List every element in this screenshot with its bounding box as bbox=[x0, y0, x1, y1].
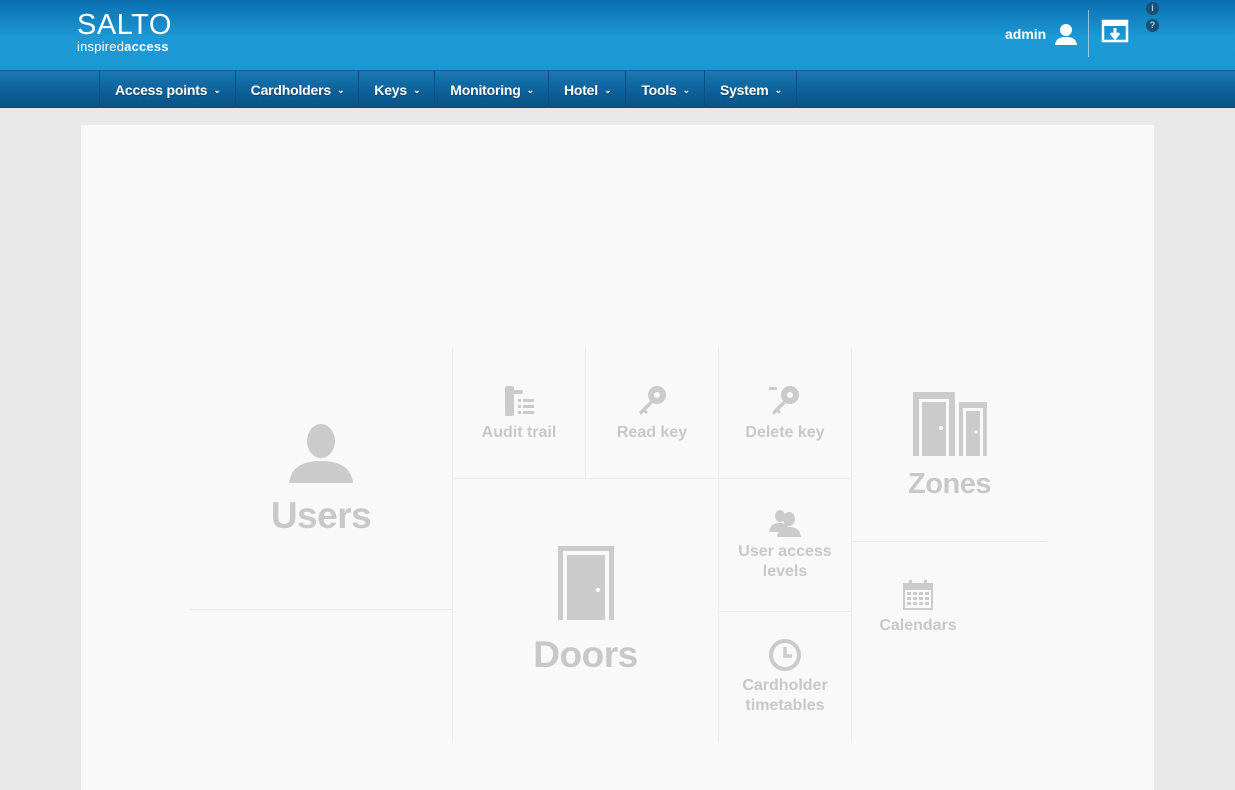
zones-tile[interactable]: Zones bbox=[852, 348, 1047, 541]
calendars-label: Calendars bbox=[879, 617, 957, 634]
mini-icons: i ? bbox=[1146, 2, 1159, 36]
key-icon bbox=[635, 384, 669, 418]
app-header: SALTO inspiredaccess admin i ? bbox=[0, 0, 1235, 71]
chevron-down-icon: ⌄ bbox=[213, 85, 221, 95]
salto-logo[interactable]: SALTO inspiredaccess bbox=[77, 10, 172, 54]
chevron-down-icon: ⌄ bbox=[603, 85, 612, 95]
door-handle-list-icon bbox=[502, 384, 536, 418]
audit-trail-tile[interactable]: Audit trail bbox=[453, 348, 585, 478]
chevron-down-icon: ⌄ bbox=[412, 85, 421, 95]
user-access-levels-label-line2: levels bbox=[762, 563, 808, 580]
delete-key-tile[interactable]: Delete key bbox=[719, 348, 851, 478]
nav-monitoring[interactable]: Monitoring ⌄ bbox=[435, 71, 549, 108]
user-menu[interactable]: admin bbox=[1005, 22, 1078, 46]
cardholder-timetables-label-line1: Cardholder bbox=[742, 677, 828, 694]
delete-key-label: Delete key bbox=[745, 423, 825, 441]
user-access-levels-label-line1: User access bbox=[738, 543, 832, 560]
chevron-down-icon: ⌄ bbox=[336, 85, 345, 95]
nav-cardholders[interactable]: Cardholders ⌄ bbox=[236, 71, 360, 108]
help-icon[interactable]: ? bbox=[1146, 19, 1159, 32]
nav-access-points[interactable]: Access points ⌄ bbox=[100, 71, 236, 108]
doors-label: Doors bbox=[533, 633, 638, 675]
nav-hotel[interactable]: Hotel ⌄ bbox=[549, 71, 627, 108]
calendars-tile[interactable]: Calendars bbox=[852, 542, 984, 674]
doors-tile[interactable]: Doors bbox=[453, 479, 718, 742]
door-icon bbox=[557, 545, 614, 620]
chevron-down-icon: ⌄ bbox=[682, 85, 691, 95]
zones-label: Zones bbox=[908, 467, 991, 500]
user-access-levels-tile[interactable]: User access levels bbox=[719, 479, 851, 611]
dashboard-panel: Users Audit trail Read key Delete key Zo… bbox=[81, 125, 1154, 790]
nav-keys[interactable]: Keys ⌄ bbox=[359, 71, 436, 108]
logo-name: SALTO bbox=[77, 9, 172, 41]
grid-line bbox=[190, 609, 452, 610]
user-name: admin bbox=[1005, 26, 1047, 42]
user-icon bbox=[287, 421, 355, 485]
user-icon bbox=[1054, 22, 1078, 46]
users-group-icon bbox=[768, 508, 802, 538]
chevron-down-icon: ⌄ bbox=[774, 85, 783, 95]
users-label: Users bbox=[270, 494, 372, 536]
read-key-label: Read key bbox=[616, 423, 688, 441]
main-nav: Access points ⌄ Cardholders ⌄ Keys ⌄ Monito… bbox=[0, 71, 1235, 108]
zones-doors-icon bbox=[912, 390, 988, 458]
calendar-icon bbox=[903, 580, 933, 610]
clock-icon bbox=[768, 638, 802, 672]
delete-key-icon bbox=[768, 384, 802, 418]
nav-tools[interactable]: Tools ⌄ bbox=[626, 71, 705, 108]
info-icon[interactable]: i bbox=[1146, 2, 1159, 15]
read-key-tile[interactable]: Read key bbox=[586, 348, 718, 478]
chevron-down-icon: ⌄ bbox=[526, 85, 535, 95]
header-divider bbox=[1088, 10, 1089, 57]
logo-tagline: inspiredaccess bbox=[77, 39, 169, 54]
cardholder-timetables-label-line2: timetables bbox=[745, 697, 825, 714]
audit-trail-label: Audit trail bbox=[481, 423, 557, 441]
cardholder-timetables-tile[interactable]: Cardholder timetables bbox=[719, 612, 851, 742]
users-tile[interactable]: Users bbox=[190, 348, 452, 609]
logout-icon[interactable] bbox=[1101, 19, 1129, 45]
nav-system[interactable]: System ⌄ bbox=[705, 71, 797, 108]
